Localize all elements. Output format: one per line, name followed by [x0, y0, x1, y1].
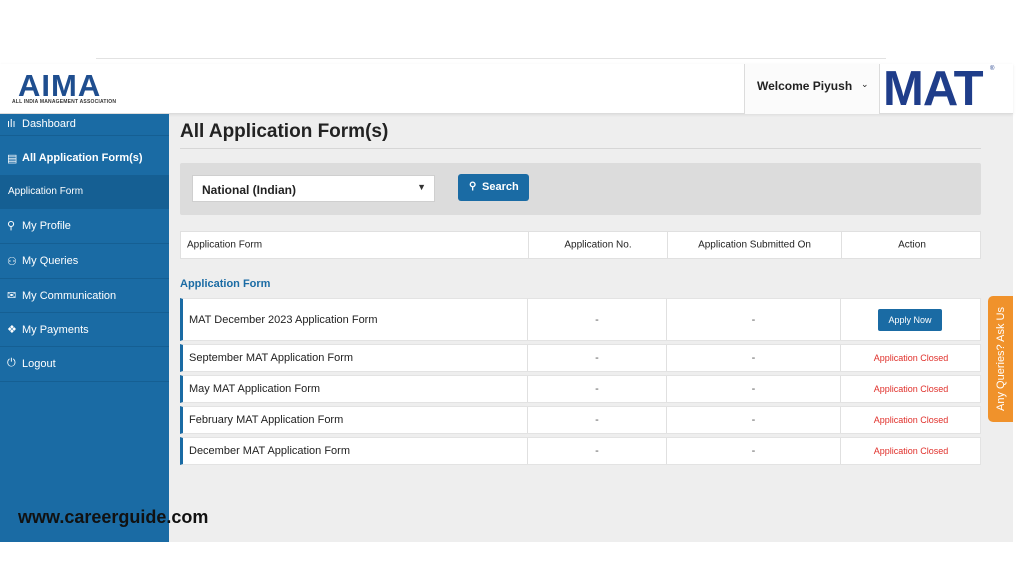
- sidebar-item-dashboard[interactable]: ılı Dashboard: [0, 114, 169, 136]
- power-icon: ⏻: [7, 357, 16, 369]
- application-closed-status: Application Closed: [873, 446, 949, 456]
- chat-icon: ⚇: [7, 256, 17, 268]
- bar-chart-icon: ılı: [7, 118, 16, 130]
- top-header: AIMA ALL INDIA MANAGEMENT ASSOCIATION We…: [0, 62, 1013, 116]
- sidebar-item-my-payments[interactable]: ❖ My Payments: [0, 313, 169, 347]
- user-menu[interactable]: Welcome Piyush ⌄: [744, 64, 880, 114]
- search-button[interactable]: ⚲ Search: [458, 174, 529, 201]
- tag-icon: ❖: [7, 324, 17, 336]
- sidebar-item-label: All Application Form(s): [22, 152, 143, 164]
- sidebar-item-label: My Payments: [22, 324, 89, 336]
- form-name: February MAT Application Form: [183, 407, 528, 433]
- app-page: AIMA ALL INDIA MANAGEMENT ASSOCIATION We…: [0, 62, 1013, 542]
- aima-logo[interactable]: AIMA ALL INDIA MANAGEMENT ASSOCIATION: [10, 68, 130, 110]
- sidebar-item-my-profile[interactable]: ⚲ My Profile: [0, 209, 169, 244]
- application-no: -: [528, 376, 667, 402]
- table-row: September MAT Application Form - - Appli…: [180, 344, 981, 372]
- submitted-on: -: [667, 407, 841, 433]
- sidebar-item-label: My Communication: [22, 290, 117, 302]
- envelope-icon: ✉: [7, 290, 17, 302]
- search-icon: ⚲: [469, 181, 477, 192]
- nationality-select-value: National (Indian): [202, 183, 296, 197]
- sidebar-item-all-application-forms[interactable]: ▤ All Application Form(s): [0, 144, 169, 175]
- user-icon: ⚲: [7, 220, 16, 232]
- table-row: MAT December 2023 Application Form - - A…: [180, 298, 981, 341]
- form-name: May MAT Application Form: [183, 376, 528, 402]
- caret-down-icon: ⌄: [861, 79, 869, 89]
- mat-logo-text: MAT: [883, 62, 983, 116]
- title-divider: [180, 148, 981, 149]
- mat-logo: MAT ®: [880, 62, 1000, 116]
- sidebar-item-label: Dashboard: [22, 118, 76, 130]
- registered-mark: ®: [990, 66, 995, 72]
- table-row: December MAT Application Form - - Applic…: [180, 437, 981, 465]
- top-divider: [96, 58, 886, 59]
- any-queries-label: Any Queries? Ask Us: [994, 307, 1007, 411]
- document-icon: ▤: [7, 153, 18, 165]
- sidebar-item-label: My Profile: [22, 220, 71, 232]
- table-row: February MAT Application Form - - Applic…: [180, 406, 981, 434]
- table-header: Application Form Application No. Applica…: [180, 231, 981, 259]
- form-name: MAT December 2023 Application Form: [183, 299, 528, 340]
- nationality-select[interactable]: National (Indian) ▼: [192, 175, 435, 202]
- form-name: September MAT Application Form: [183, 345, 528, 371]
- search-button-label: Search: [482, 181, 519, 193]
- application-closed-status: Application Closed: [873, 353, 949, 363]
- header-action: Action: [898, 239, 926, 251]
- submitted-on: -: [667, 438, 841, 464]
- sidebar-item-label: Logout: [22, 358, 56, 370]
- application-closed-status: Application Closed: [873, 415, 949, 425]
- any-queries-tab[interactable]: Any Queries? Ask Us: [988, 296, 1013, 422]
- submitted-on: -: [667, 299, 841, 340]
- header-application-no: Application No.: [529, 232, 668, 258]
- table-row: May MAT Application Form - - Application…: [180, 375, 981, 403]
- sidebar-item-label: Application Form: [8, 186, 84, 197]
- caret-down-icon: ▼: [417, 182, 426, 192]
- welcome-text: Welcome Piyush: [757, 79, 853, 93]
- form-name: December MAT Application Form: [183, 438, 528, 464]
- header-submitted-on: Application Submitted On: [668, 232, 842, 258]
- sidebar-item-my-queries[interactable]: ⚇ My Queries: [0, 244, 169, 279]
- application-no: -: [528, 407, 667, 433]
- application-no: -: [528, 345, 667, 371]
- application-closed-status: Application Closed: [873, 384, 949, 394]
- header-application-form: Application Form: [181, 232, 529, 258]
- application-no: -: [528, 299, 667, 340]
- aima-logo-subtitle: ALL INDIA MANAGEMENT ASSOCIATION: [12, 99, 117, 105]
- sidebar-item-label: My Queries: [22, 255, 79, 267]
- sidebar-item-application-form[interactable]: Application Form: [0, 175, 169, 209]
- apply-now-button[interactable]: Apply Now: [878, 308, 942, 331]
- submitted-on: -: [667, 376, 841, 402]
- submitted-on: -: [667, 345, 841, 371]
- watermark-text: www.careerguide.com: [18, 507, 209, 527]
- section-label: Application Form: [180, 278, 271, 290]
- application-no: -: [528, 438, 667, 464]
- filter-panel: National (Indian) ▼ ⚲ Search: [180, 163, 981, 215]
- action-cell: Apply Now: [841, 299, 981, 340]
- sidebar-item-logout[interactable]: ⏻ Logout: [0, 347, 169, 382]
- sidebar: ılı Dashboard ▤ All Application Form(s) …: [0, 114, 169, 542]
- page-title: All Application Form(s): [180, 121, 389, 142]
- sidebar-item-my-communication[interactable]: ✉ My Communication: [0, 279, 169, 313]
